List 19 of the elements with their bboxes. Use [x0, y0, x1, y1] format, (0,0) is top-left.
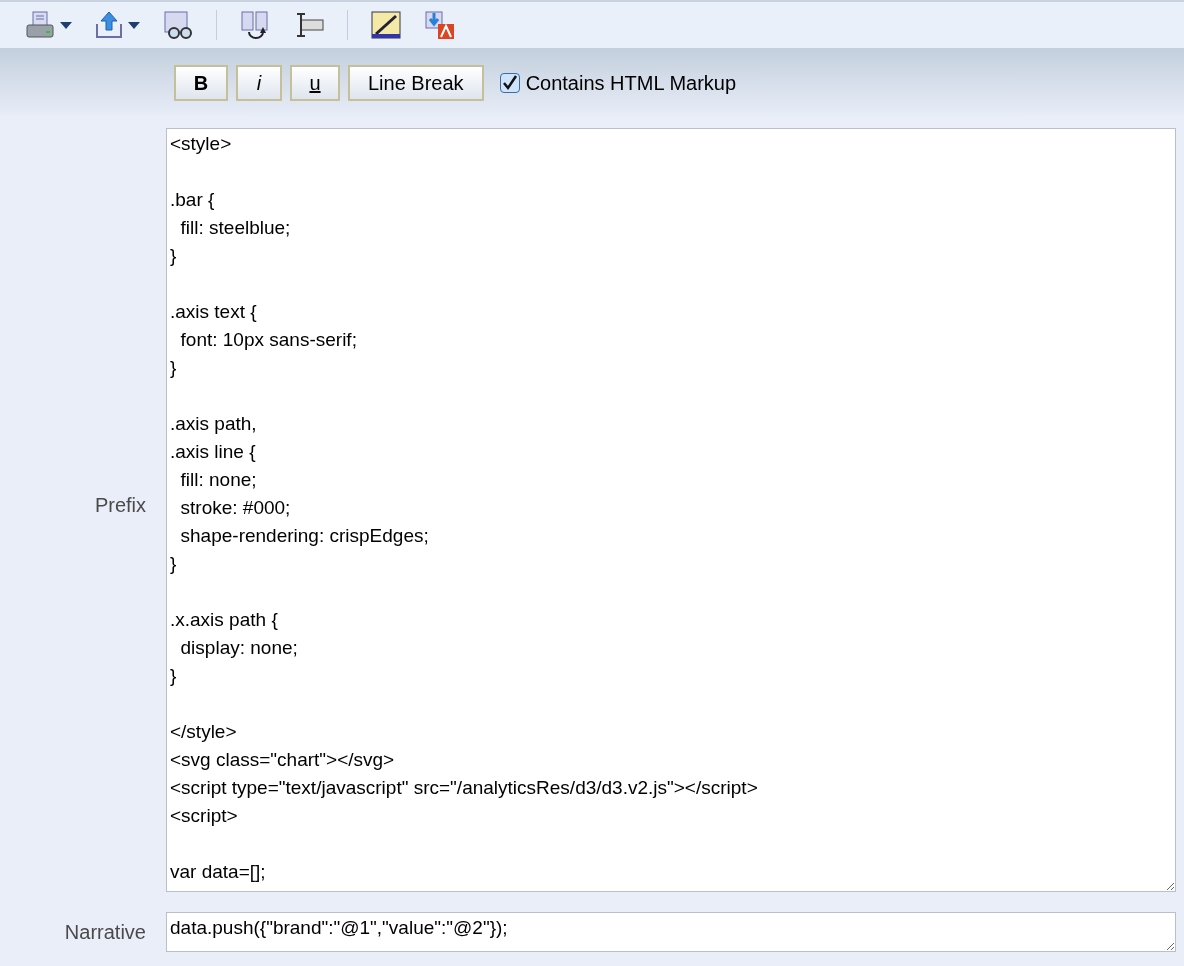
glasses-icon [162, 10, 194, 40]
format-button[interactable]: i [236, 65, 282, 101]
text-area[interactable]: data.push({"brand":"@1","value":"@2"}); [166, 912, 1176, 952]
field-label: Narrative [63, 920, 146, 945]
checkbox[interactable] [499, 73, 520, 93]
text-area[interactable]: <style> .bar { fill: steelblue; } .axis text { font: 10px sans-serif; } .axis path, .axis line { fill: none; stroke: #000; shape-rendering: crispEdges; } .x.axis path { display: none; } </style> <svg class="chart"></svg> <script type="text/javascript" src="/analyticsRes/d3/d3.v2.js"></script> <script> var data=[]; [166, 128, 1176, 892]
field-label: Prefix [93, 493, 146, 518]
format-button[interactable]: u [290, 65, 340, 101]
upload-arrow-icon [94, 10, 124, 40]
format-button[interactable]: B [174, 65, 228, 101]
toolbar-button[interactable] [24, 10, 72, 40]
columns-rotate-icon [239, 10, 271, 40]
toolbar-button[interactable] [239, 10, 271, 40]
toolbar-button[interactable] [162, 10, 194, 40]
format-button[interactable]: Line Break [348, 65, 484, 101]
import-text-icon [424, 10, 456, 40]
checkbox-label: Contains HTML Markup [525, 71, 737, 96]
toolbar-button[interactable] [94, 10, 140, 40]
printer-icon [24, 10, 56, 40]
